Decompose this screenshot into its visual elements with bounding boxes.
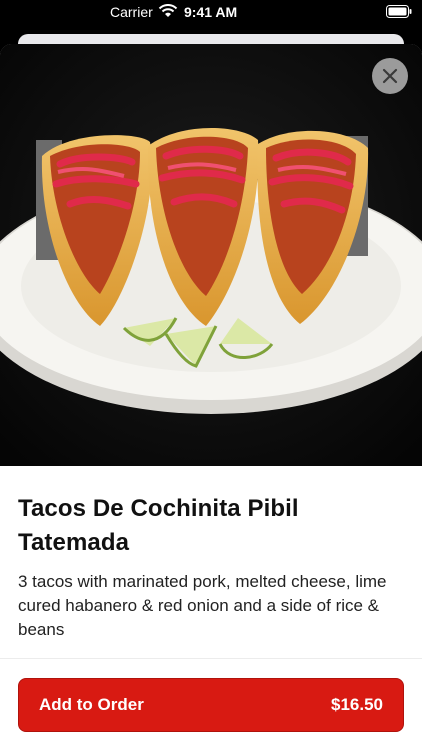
item-price: $16.50 <box>331 695 383 714</box>
item-detail-sheet: Tacos De Cochinita Pibil Tatemada 3 taco… <box>0 44 422 750</box>
add-to-order-button[interactable]: Add to Order $16.50 <box>18 678 404 732</box>
clock: 9:41 AM <box>184 4 238 20</box>
item-photo <box>0 44 422 466</box>
battery-icon <box>386 5 412 23</box>
add-to-order-label: Add to Order <box>39 695 144 714</box>
wifi-icon <box>158 4 178 23</box>
divider <box>0 658 422 659</box>
item-title: Tacos De Cochinita Pibil Tatemada <box>18 495 299 556</box>
item-description: 3 tacos with marinated pork, melted chee… <box>18 572 387 639</box>
close-button[interactable] <box>372 58 408 94</box>
carrier-label: Carrier <box>110 4 153 20</box>
status-bar: Carrier 9:41 AM <box>0 0 422 24</box>
close-icon <box>382 68 398 84</box>
